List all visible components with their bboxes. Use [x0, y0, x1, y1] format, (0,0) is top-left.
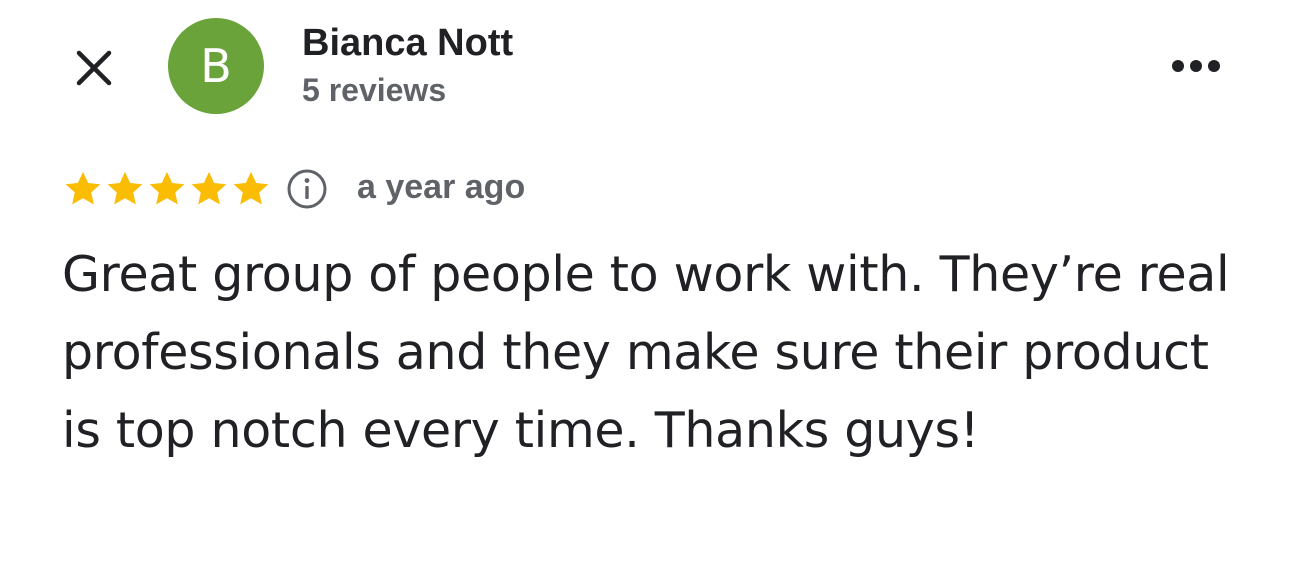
info-icon [287, 169, 327, 209]
star-icon [233, 171, 269, 205]
more-horizontal-icon [1172, 60, 1220, 72]
close-button[interactable] [70, 44, 118, 92]
star-icon [149, 171, 185, 205]
avatar-initial: B [200, 39, 232, 93]
star-rating [62, 168, 272, 210]
reviewer-name[interactable]: Bianca Nott [302, 22, 513, 65]
avatar[interactable]: B [168, 18, 264, 114]
reviewer-review-count: 5 reviews [302, 72, 447, 108]
star-icon [107, 171, 143, 205]
review-text: Great group of people to work with. They… [62, 246, 1230, 459]
review-timestamp: a year ago [357, 168, 526, 206]
star-icon [191, 171, 227, 205]
star-icon [65, 171, 101, 205]
close-icon [76, 50, 112, 86]
more-options-button[interactable] [1164, 44, 1228, 88]
info-button[interactable] [285, 167, 329, 211]
